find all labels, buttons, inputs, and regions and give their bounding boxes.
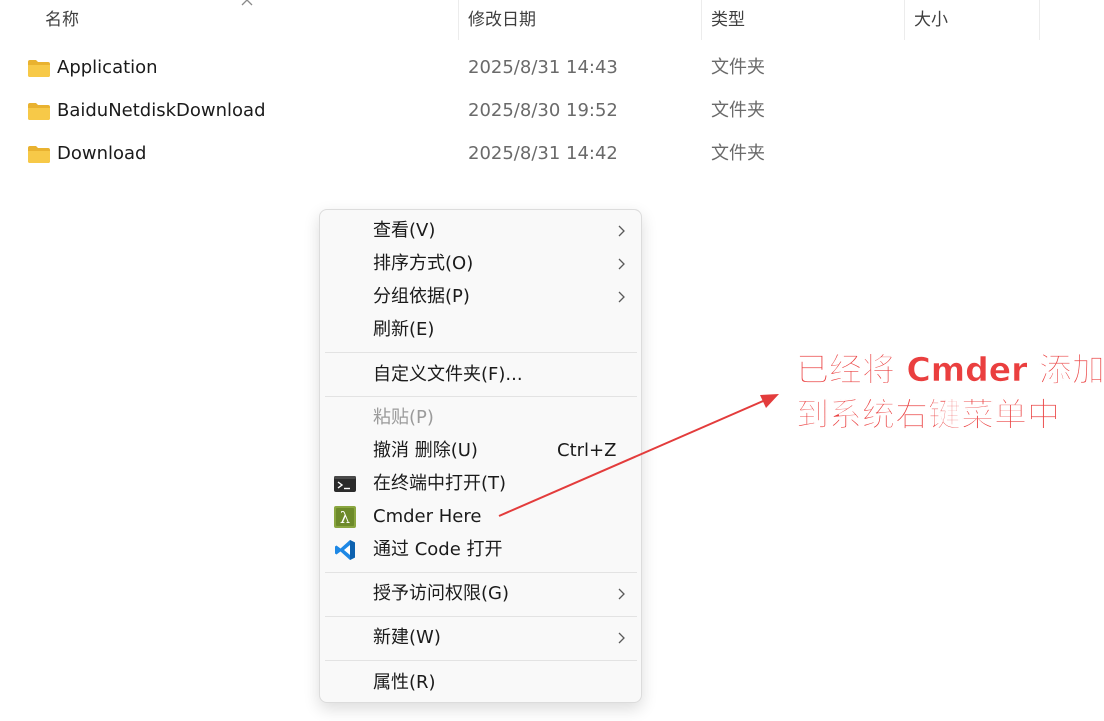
menu-item-label: Cmder Here — [373, 506, 482, 527]
menu-item-label: 撤消 删除(U) — [373, 440, 478, 461]
menu-separator — [325, 396, 637, 397]
file-name: BaiduNetdiskDownload — [57, 100, 266, 121]
menu-item-paste: 粘贴(P) — [324, 402, 637, 434]
file-name: Application — [57, 57, 158, 78]
menu-item-properties[interactable]: 属性(R) — [324, 667, 637, 699]
menu-item-cmder-here[interactable]: λ Cmder Here — [324, 501, 637, 533]
chevron-right-icon — [618, 291, 625, 303]
menu-item-label: 查看(V) — [373, 220, 436, 241]
cmder-lambda-icon: λ — [334, 506, 356, 528]
menu-item-label: 刷新(E) — [373, 319, 435, 340]
menu-item-undo-delete[interactable]: 撤消 删除(U) Ctrl+Z — [324, 435, 637, 467]
menu-item-label: 通过 Code 打开 — [373, 539, 503, 560]
annotation-text-line-2: 到系统右键菜单中 — [796, 395, 1061, 435]
file-row-application[interactable]: Application 2025/8/31 14:43 文件夹 — [0, 48, 1104, 88]
column-date-header[interactable]: 修改日期 — [468, 0, 536, 40]
menu-item-label: 属性(R) — [373, 672, 436, 693]
menu-separator — [325, 660, 637, 661]
folder-icon — [28, 60, 50, 77]
vscode-icon — [335, 540, 355, 560]
menu-item-open-with-code[interactable]: 通过 Code 打开 — [324, 534, 637, 566]
menu-item-group[interactable]: 分组依据(P) — [324, 281, 637, 313]
column-name-header[interactable]: 名称 — [45, 0, 79, 40]
file-type: 文件夹 — [711, 143, 765, 164]
folder-icon — [28, 103, 50, 120]
menu-item-label: 新建(W) — [373, 627, 441, 648]
annotation-text-line-1: 已经将 Cmder 添加 — [796, 350, 1104, 390]
column-size-header[interactable]: 大小 — [914, 0, 948, 40]
menu-item-shortcut: Ctrl+Z — [557, 440, 617, 461]
menu-item-refresh[interactable]: 刷新(E) — [324, 314, 637, 346]
menu-item-open-in-terminal[interactable]: 在终端中打开(T) — [324, 468, 637, 500]
column-divider[interactable] — [904, 0, 905, 40]
menu-item-label: 在终端中打开(T) — [373, 473, 507, 494]
file-explorer-view: 名称 修改日期 类型 大小 Application 2025/8/31 14:4… — [0, 0, 1104, 721]
chevron-right-icon — [618, 632, 625, 644]
file-type: 文件夹 — [711, 100, 765, 121]
menu-item-label: 分组依据(P) — [373, 286, 470, 307]
menu-item-label: 自定义文件夹(F)... — [373, 364, 523, 385]
menu-item-label: 排序方式(O) — [373, 253, 474, 274]
file-modified-date: 2025/8/30 19:52 — [468, 100, 618, 121]
folder-icon — [28, 146, 50, 163]
column-divider[interactable] — [1039, 0, 1040, 40]
chevron-right-icon — [618, 225, 625, 237]
chevron-right-icon — [618, 258, 625, 270]
menu-item-label: 授予访问权限(G) — [373, 583, 509, 604]
sort-ascending-icon — [241, 0, 253, 6]
file-modified-date: 2025/8/31 14:43 — [468, 57, 618, 78]
menu-item-sort[interactable]: 排序方式(O) — [324, 248, 637, 280]
svg-text:λ: λ — [340, 508, 350, 527]
column-divider[interactable] — [701, 0, 702, 40]
menu-separator — [325, 352, 637, 353]
file-type: 文件夹 — [711, 57, 765, 78]
file-row-download[interactable]: Download 2025/8/31 14:42 文件夹 — [0, 134, 1104, 174]
context-menu: 查看(V) 排序方式(O) 分组依据(P) 刷新(E) 自定义文件夹(F)...… — [319, 209, 642, 703]
menu-separator — [325, 572, 637, 573]
menu-item-customize-folder[interactable]: 自定义文件夹(F)... — [324, 359, 637, 391]
file-name: Download — [57, 143, 147, 164]
column-type-header[interactable]: 类型 — [711, 0, 745, 40]
menu-item-new[interactable]: 新建(W) — [324, 622, 637, 654]
file-row-baidunetdiskdownload[interactable]: BaiduNetdiskDownload 2025/8/30 19:52 文件夹 — [0, 91, 1104, 131]
file-modified-date: 2025/8/31 14:42 — [468, 143, 618, 164]
chevron-right-icon — [618, 588, 625, 600]
menu-separator — [325, 616, 637, 617]
menu-item-label: 粘贴(P) — [373, 407, 434, 428]
terminal-icon — [334, 476, 356, 492]
column-divider[interactable] — [458, 0, 459, 40]
menu-item-give-access[interactable]: 授予访问权限(G) — [324, 578, 637, 610]
menu-item-view[interactable]: 查看(V) — [324, 215, 637, 247]
column-header: 名称 修改日期 类型 大小 — [0, 0, 1104, 40]
